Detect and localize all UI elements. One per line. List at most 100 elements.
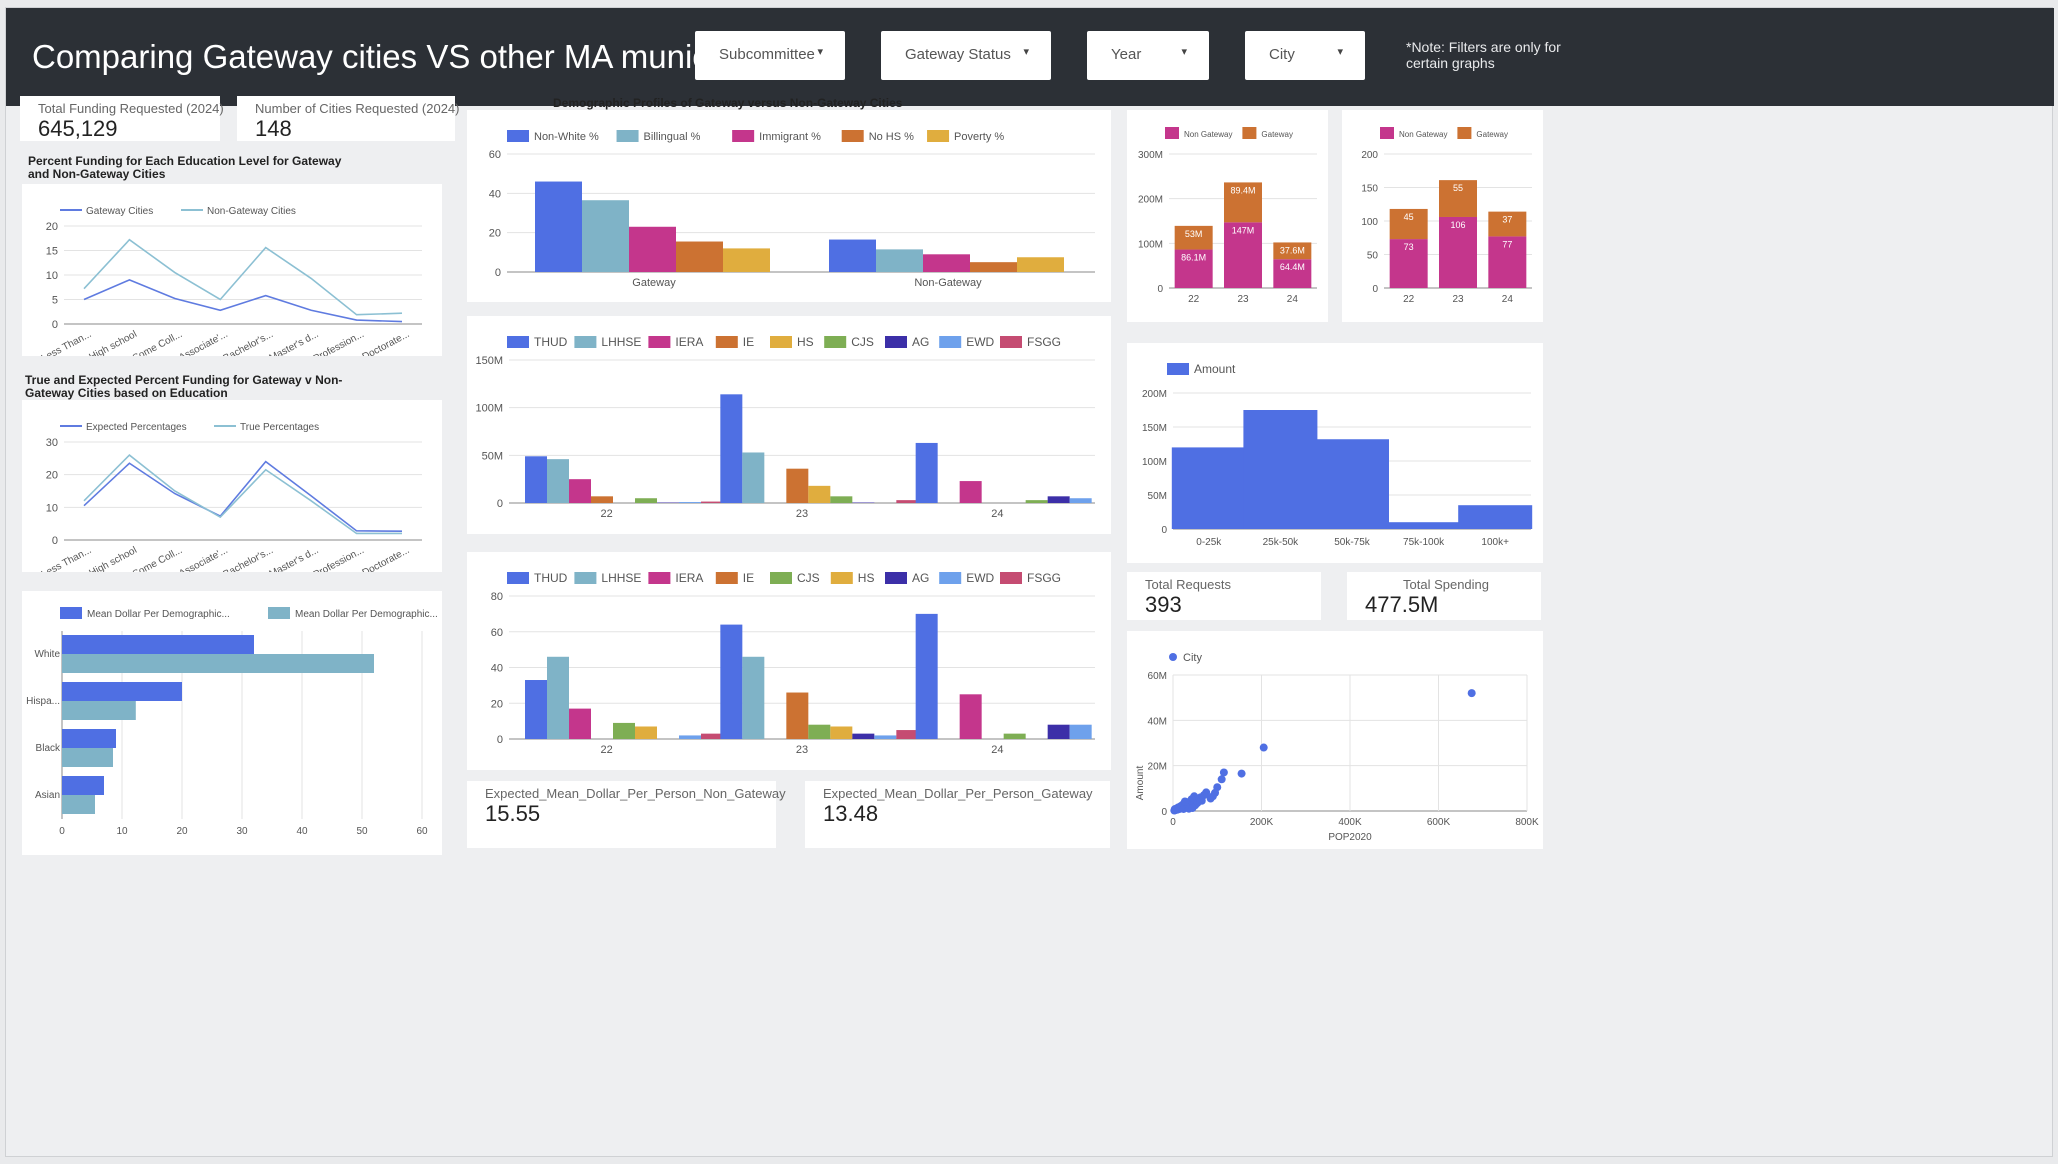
legend-label: Non Gateway bbox=[1184, 130, 1232, 139]
legend-swatch bbox=[1165, 127, 1179, 139]
bar bbox=[613, 722, 635, 739]
filter-year[interactable]: Year ▾ bbox=[1087, 31, 1209, 80]
legend-label: Non Gateway bbox=[1399, 130, 1447, 139]
legend-label: IE bbox=[743, 335, 754, 349]
amount-by-range-card: Amount 0 50M 100M 150M 200M 0-25k 25k-50k 50k-75… bbox=[1127, 343, 1543, 563]
bar bbox=[62, 682, 182, 701]
legend-swatch bbox=[574, 336, 597, 348]
kpi-label: Expected_Mean_Dollar_Per_Person_Non_Gate… bbox=[485, 786, 786, 801]
legend-swatch bbox=[507, 130, 529, 142]
x-tick-label: 60 bbox=[416, 826, 428, 837]
bar bbox=[525, 680, 547, 739]
bar bbox=[679, 502, 701, 503]
y-tick-label: 80 bbox=[491, 591, 503, 603]
bar bbox=[591, 496, 613, 503]
edu-funding-title: Percent Funding for Each Education Level… bbox=[28, 154, 342, 181]
scatter-point bbox=[1219, 768, 1228, 777]
bar bbox=[676, 241, 723, 272]
y-tick-label: 20 bbox=[491, 698, 503, 710]
y-tick-label: 0 bbox=[52, 319, 58, 331]
header-bar: Comparing Gateway cities VS other MA mun… bbox=[6, 8, 2054, 106]
x-tick-label: 24 bbox=[1502, 294, 1514, 305]
bar bbox=[569, 479, 591, 503]
series-line bbox=[83, 460, 403, 532]
bar bbox=[923, 254, 970, 272]
filter-gateway-status[interactable]: Gateway Status ▾ bbox=[881, 31, 1051, 80]
legend-swatch bbox=[939, 572, 962, 584]
legend-swatch bbox=[1000, 572, 1022, 584]
x-tick-label: 0-25k bbox=[1196, 537, 1222, 548]
x-tick-label: 23 bbox=[1452, 294, 1464, 305]
x-tick-label: Profession... bbox=[312, 545, 366, 572]
x-tick-label: 23 bbox=[796, 744, 808, 756]
y-tick-label: 300M bbox=[1138, 150, 1163, 161]
x-tick-label: Doctorate... bbox=[361, 545, 412, 572]
legend-label: EWD bbox=[966, 335, 994, 349]
bar bbox=[635, 726, 657, 739]
legend-swatch bbox=[1457, 127, 1472, 139]
x-tick-label: 22 bbox=[601, 744, 613, 756]
kpi-value: 477.5M bbox=[1365, 592, 1439, 617]
legend-label: Non-White % bbox=[534, 131, 599, 143]
data-label: 37.6M bbox=[1280, 245, 1305, 255]
y-tick-label: 15 bbox=[46, 246, 58, 258]
gateway-amount-stacked-chart: Non Gateway Gateway 0 100M 200M 300M 86.1M 53M 2… bbox=[1138, 127, 1317, 305]
legend-label: CJS bbox=[851, 335, 874, 349]
bar bbox=[876, 249, 923, 272]
bar bbox=[720, 394, 743, 503]
data-label: 89.4M bbox=[1230, 185, 1255, 195]
legend-label: Expected Percentages bbox=[86, 422, 187, 433]
x-tick-label: Less Than... bbox=[40, 545, 94, 572]
y-tick-label: 20 bbox=[46, 470, 58, 482]
x-tick-label: 24 bbox=[991, 508, 1003, 520]
filter-city[interactable]: City ▾ bbox=[1245, 31, 1365, 80]
bar bbox=[970, 262, 1017, 272]
legend-label: IE bbox=[743, 571, 754, 585]
x-tick-label: 24 bbox=[1287, 294, 1299, 305]
legend-label: AG bbox=[912, 571, 929, 585]
bar bbox=[62, 729, 116, 748]
legend-label: Immigrant % bbox=[759, 131, 821, 143]
filter-label: City bbox=[1269, 46, 1295, 63]
bar bbox=[808, 724, 831, 739]
data-label: 106 bbox=[1450, 220, 1465, 230]
y-tick-label: 50M bbox=[1148, 491, 1167, 502]
scatter-point bbox=[1237, 769, 1246, 778]
y-tick-label: 60M bbox=[1148, 671, 1167, 682]
legend-label: Billingual % bbox=[644, 131, 701, 143]
x-tick-label: Some Coll... bbox=[131, 545, 184, 572]
kpi-total-funding: Total Funding Requested (2024) 645,129 bbox=[20, 96, 224, 141]
filter-label: Year bbox=[1111, 46, 1142, 63]
bar bbox=[915, 613, 938, 739]
gateway-count-stacked-chart: Non Gateway Gateway 0 50 100 150 200 73 45 22 106 5… bbox=[1361, 127, 1532, 305]
legend-swatch bbox=[927, 130, 950, 142]
legend-label: THUD bbox=[534, 335, 568, 349]
bar bbox=[1171, 447, 1246, 529]
y-tick-label: Hispa... bbox=[26, 696, 60, 707]
y-tick-label: 0 bbox=[495, 267, 501, 279]
kpi-expected-gateway: Expected_Mean_Dollar_Per_Person_Gateway … bbox=[805, 781, 1110, 848]
y-tick-label: 40M bbox=[1148, 716, 1167, 727]
filter-label: Subcommittee bbox=[719, 46, 815, 63]
x-tick-label: 23 bbox=[796, 508, 808, 520]
y-tick-label: 10 bbox=[46, 270, 58, 282]
x-tick-label: 75k-100k bbox=[1403, 537, 1445, 548]
legend-label: No HS % bbox=[869, 131, 914, 143]
legend-label: Gateway bbox=[1261, 130, 1293, 139]
kpi-value: 13.48 bbox=[823, 801, 879, 826]
y-tick-label: 0 bbox=[52, 535, 58, 547]
legend-label: AG bbox=[912, 335, 929, 349]
bar bbox=[915, 442, 938, 503]
y-tick-label: 200M bbox=[1138, 195, 1163, 206]
x-tick-label: 20 bbox=[176, 826, 188, 837]
legend-swatch bbox=[648, 336, 671, 348]
subcommittee-amount-chart: THUD LHHSE IERA IE HS CJS AG EWD FSGG 0 50M 100M 150… bbox=[475, 335, 1095, 520]
filter-subcommittee[interactable]: Subcommittee ▾ bbox=[695, 31, 845, 80]
bar bbox=[547, 656, 569, 739]
legend-label: Gateway bbox=[1476, 130, 1508, 139]
x-tick-label: Gateway bbox=[632, 277, 676, 289]
legend-swatch bbox=[507, 336, 529, 348]
kpi-label: Total Spending bbox=[1403, 577, 1490, 592]
bar bbox=[62, 795, 95, 814]
x-tick-label: 10 bbox=[116, 826, 128, 837]
